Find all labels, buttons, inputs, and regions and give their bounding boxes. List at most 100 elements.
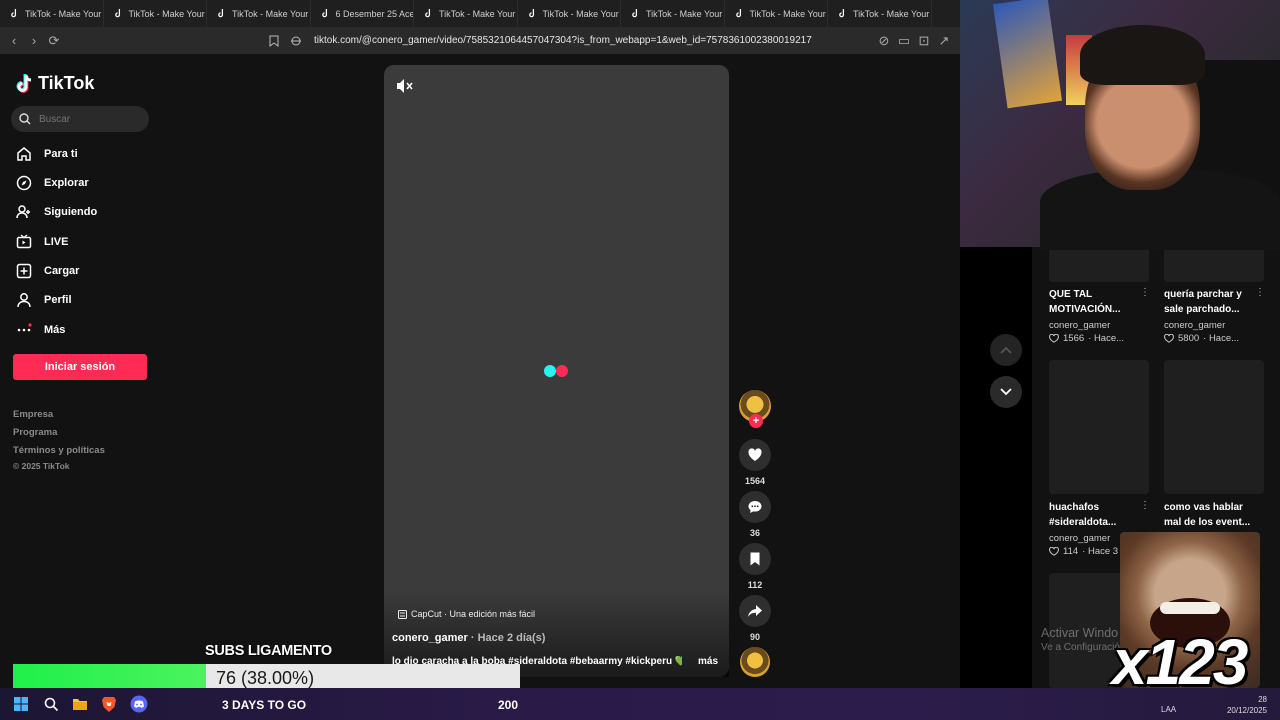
like-count: 1564: [744, 476, 766, 486]
tab-label: 6 Desember 25 Acer: [335, 8, 414, 19]
compass-icon: [16, 175, 32, 191]
discord-icon[interactable]: [130, 695, 148, 713]
more-button[interactable]: más: [698, 656, 718, 667]
related-title-line: huachafos: [1049, 502, 1100, 513]
browser-tab[interactable]: TikTok - Make Your: [104, 0, 207, 27]
related-thumbnail[interactable]: [1164, 360, 1264, 494]
chevron-down-icon: [1000, 388, 1012, 396]
cast-icon[interactable]: ▭: [894, 31, 914, 51]
related-title[interactable]: huachafos #sideraldota...: [1049, 500, 1143, 530]
loading-dot-cyan: [544, 365, 556, 377]
forward-icon[interactable]: ›: [24, 31, 44, 51]
browser-tab[interactable]: TikTok - Make Your: [518, 0, 621, 27]
sidebar-item-siguiendo[interactable]: Siguiendo: [16, 204, 97, 220]
music-disc-avatar[interactable]: [740, 647, 770, 677]
share-arrow-icon: [748, 605, 762, 617]
tiktok-icon: [735, 9, 741, 18]
related-channel[interactable]: conero_gamer: [1049, 533, 1110, 544]
tiktok-icon: [321, 9, 327, 18]
share-icon[interactable]: ↗: [934, 31, 954, 51]
search-box[interactable]: [11, 106, 149, 132]
kebab-menu-icon[interactable]: ⋮: [1140, 287, 1150, 298]
browser-tab[interactable]: TikTok - Make Your: [0, 0, 104, 27]
search-input[interactable]: [39, 113, 139, 125]
video-author[interactable]: conero_gamer: [392, 632, 468, 644]
kebab-menu-icon[interactable]: ⋮: [1255, 287, 1265, 298]
comment-button[interactable]: [739, 491, 771, 523]
keyboard-language[interactable]: LAA: [1161, 705, 1176, 714]
related-title[interactable]: quería parchar y sale parchado...: [1164, 287, 1258, 317]
comment-icon: [748, 501, 762, 513]
footer-link-terminos[interactable]: Términos y políticas: [13, 445, 105, 456]
browser-tab[interactable]: TikTok - Make Your: [725, 0, 828, 27]
search-icon: [19, 113, 31, 125]
extension-icon[interactable]: ⊘: [874, 31, 894, 51]
video-author-line: conero_gamer · Hace 2 día(s): [392, 632, 545, 644]
url-input[interactable]: tiktok.com/@conero_gamer/video/758532106…: [314, 35, 812, 46]
related-thumbnail[interactable]: [1164, 247, 1264, 282]
previous-video-button[interactable]: [990, 334, 1022, 366]
sidebar-item-perfil[interactable]: Perfil: [16, 292, 72, 308]
bookmark-icon: [750, 552, 760, 566]
footer-link-empresa[interactable]: Empresa: [13, 409, 53, 420]
follow-plus-icon[interactable]: +: [749, 414, 763, 428]
like-button[interactable]: [739, 439, 771, 471]
site-info-icon[interactable]: [286, 31, 306, 51]
login-button[interactable]: Iniciar sesión: [13, 354, 147, 380]
brave-browser-icon[interactable]: [100, 695, 118, 713]
system-clock[interactable]: 28 20/12/2025: [1225, 694, 1267, 716]
related-thumbnail[interactable]: [1049, 247, 1149, 282]
more-icon: [17, 323, 32, 332]
related-title-line: quería parchar y: [1164, 289, 1242, 300]
back-icon[interactable]: ‹: [4, 31, 24, 51]
related-title-line: #sideraldota...: [1049, 517, 1117, 528]
tiktok-logo[interactable]: TikTok: [16, 73, 94, 94]
save-count: 112: [747, 580, 763, 590]
related-thumbnail[interactable]: [1049, 360, 1149, 494]
muted-volume-icon[interactable]: [395, 77, 415, 95]
related-channel[interactable]: conero_gamer: [1164, 320, 1225, 331]
sidebar-item-label: Más: [44, 324, 66, 336]
windows-taskbar: [0, 688, 1280, 720]
clock-time: 28: [1258, 695, 1267, 704]
related-channel[interactable]: conero_gamer: [1049, 320, 1110, 331]
next-video-button[interactable]: [990, 376, 1022, 408]
sidebar-item-live[interactable]: LIVE: [16, 234, 68, 250]
related-stats: 1566 · Hace...: [1049, 333, 1124, 344]
reload-icon[interactable]: ⟳: [44, 31, 64, 51]
capcut-link[interactable]: CapCut · Una edición más fácil: [398, 609, 535, 619]
sidebar-item-para-ti[interactable]: Para ti: [16, 146, 78, 162]
tiktok-icon: [11, 9, 17, 18]
share-button[interactable]: [739, 595, 771, 627]
sidebar-item-label: LIVE: [44, 236, 69, 248]
related-title[interactable]: como vas hablar mal de los event...: [1164, 500, 1258, 530]
related-stats: 5800 · Hace...: [1164, 333, 1239, 344]
screenshot-icon[interactable]: ⊡: [914, 31, 934, 51]
browser-tab[interactable]: TikTok - Make Your: [621, 0, 725, 27]
bookmark-icon[interactable]: [264, 31, 284, 51]
copyright: © 2025 TikTok: [13, 461, 70, 471]
tiktok-icon: [114, 9, 120, 18]
emote-multiplier: x123: [1112, 626, 1248, 698]
sidebar-item-mas[interactable]: Más: [16, 322, 65, 338]
sidebar-item-label: Explorar: [44, 177, 89, 189]
upload-icon: [16, 263, 32, 279]
sidebar-item-explorar[interactable]: Explorar: [16, 175, 89, 191]
taskbar-search-icon[interactable]: [42, 695, 60, 713]
address-bar-row: ‹ › ⟳ tiktok.com/@conero_gamer/video/758…: [0, 27, 960, 54]
related-title[interactable]: QUE TAL MOTIVACIÓN...: [1049, 287, 1143, 317]
browser-tab[interactable]: TikTok - Make Your: [207, 0, 311, 27]
save-button[interactable]: [739, 543, 771, 575]
windows-start-icon[interactable]: [12, 695, 30, 713]
browser-tab[interactable]: TikTok - Make Your: [828, 0, 932, 27]
browser-tab[interactable]: TikTok - Make Your: [414, 0, 518, 27]
tiktok-icon: [632, 9, 638, 18]
tab-label: TikTok - Make Your: [439, 8, 516, 19]
browser-tab[interactable]: 6 Desember 25 Acer: [311, 0, 414, 27]
file-explorer-icon[interactable]: [71, 695, 89, 713]
kebab-menu-icon[interactable]: ⋮: [1140, 500, 1150, 511]
sidebar-item-label: Perfil: [44, 294, 72, 306]
sidebar-item-cargar[interactable]: Cargar: [16, 263, 79, 279]
logo-text: TikTok: [38, 73, 95, 93]
footer-link-programa[interactable]: Programa: [13, 427, 57, 438]
